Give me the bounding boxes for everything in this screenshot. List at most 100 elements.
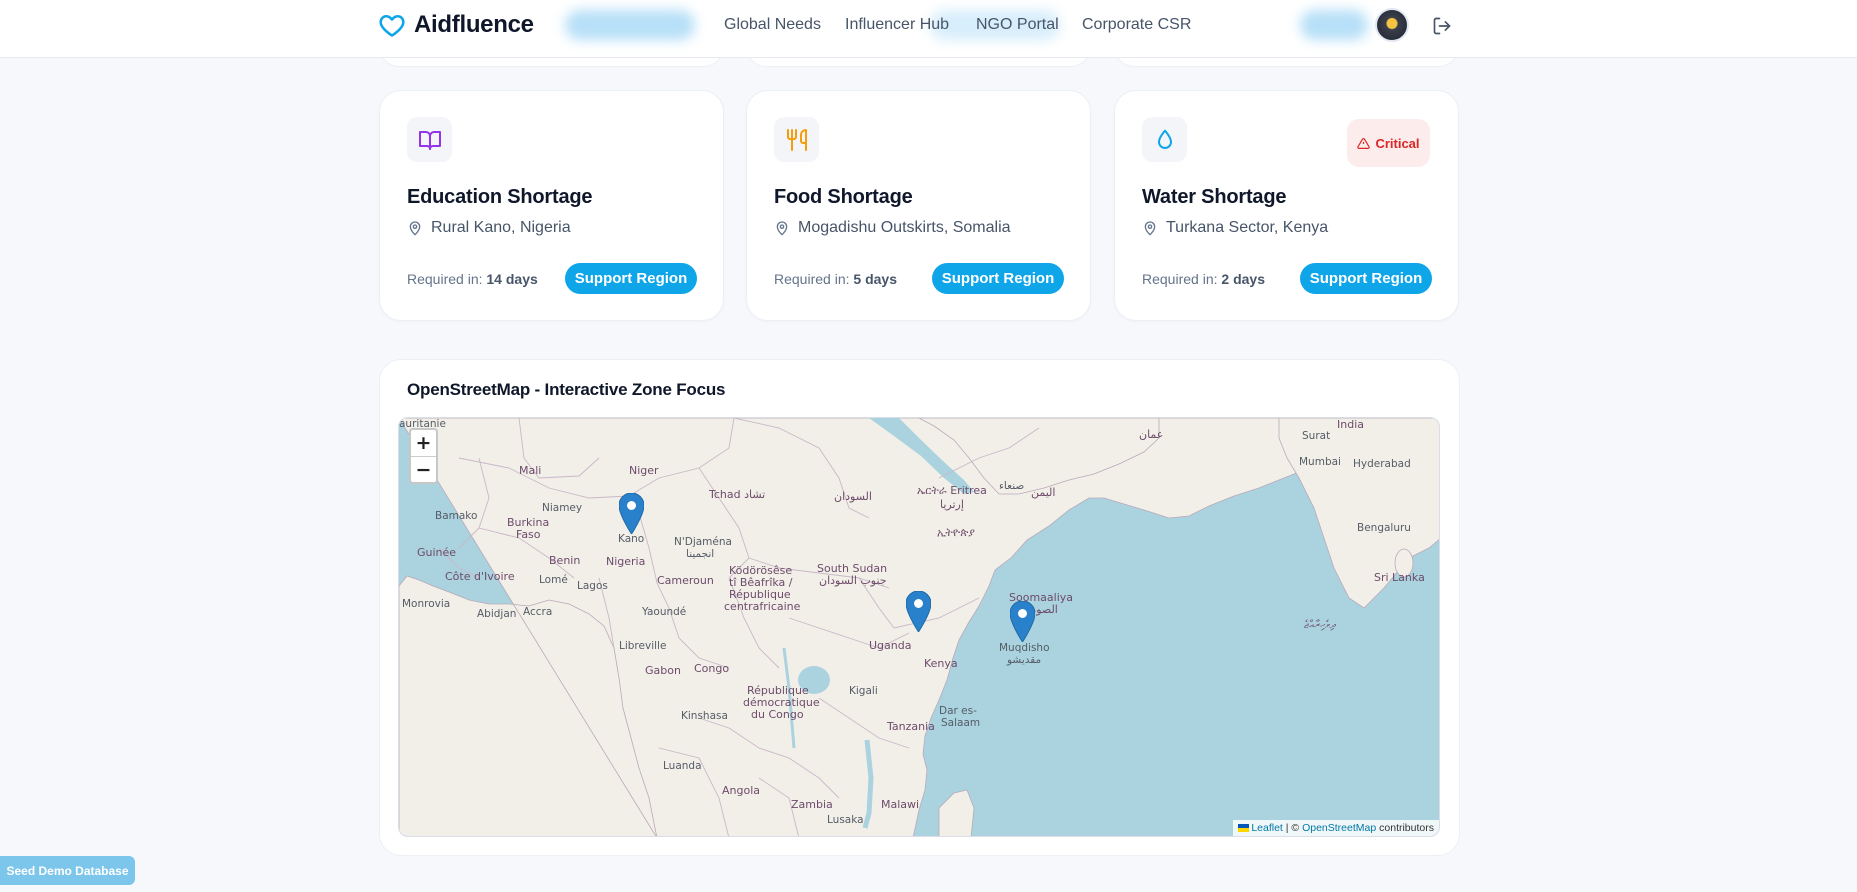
map-label: Lusaka	[827, 814, 864, 826]
map-label: Faso	[516, 528, 541, 541]
top-navbar: Aidfluence Global Needs Influencer Hub N…	[0, 0, 1857, 58]
map-label: Muqdisho	[999, 642, 1050, 654]
attribution-separator: | ©	[1282, 822, 1303, 834]
blurred-nav-element	[565, 10, 695, 40]
openstreetmap-link[interactable]: OpenStreetMap	[1302, 822, 1376, 834]
map-label: إرتريا	[940, 498, 964, 511]
map-label: Monrovia	[402, 598, 451, 610]
seed-demo-database-button[interactable]: Seed Demo Database	[0, 856, 135, 885]
map-label: Angola	[722, 784, 761, 797]
nav-link-corporate-csr[interactable]: Corporate CSR	[1082, 16, 1191, 34]
map-label: Bengaluru	[1357, 522, 1411, 534]
need-card-education: Education Shortage Rural Kano, Nigeria R…	[379, 90, 724, 321]
card-icon-wrapper	[407, 117, 452, 162]
map-label: du Congo	[751, 708, 804, 721]
map-label: Mali	[519, 464, 542, 477]
leaflet-link[interactable]: Leaflet	[1251, 822, 1283, 834]
map-label: Mumbai	[1299, 456, 1341, 468]
map-label: Accra	[523, 606, 553, 618]
map-label: Kenya	[924, 657, 958, 670]
droplet-icon	[1157, 129, 1172, 149]
map-label: Tanzania	[887, 720, 935, 733]
card-icon-wrapper	[1142, 117, 1187, 162]
required-days: 14 days	[486, 271, 538, 287]
map-label: Lagos	[577, 580, 608, 592]
alert-triangle-icon	[1357, 137, 1371, 149]
map-label: Cameroun	[657, 574, 714, 587]
map-label: India	[1337, 418, 1364, 431]
support-region-button[interactable]: Support Region	[932, 263, 1064, 294]
required-days: 5 days	[853, 271, 897, 287]
support-region-button[interactable]: Support Region	[1300, 263, 1432, 294]
zoom-out-button[interactable]: −	[411, 456, 436, 482]
map-label: centrafricaine	[724, 600, 801, 613]
required-days: 2 days	[1221, 271, 1265, 287]
map-label: Sri Lanka	[1374, 571, 1425, 584]
map-label: Zambia	[791, 798, 833, 811]
map-label: Kinshasa	[681, 710, 728, 722]
location-text: Mogadishu Outskirts, Somalia	[798, 219, 1011, 236]
utensils-icon	[786, 128, 807, 151]
map-label: Hyderabad	[1353, 458, 1411, 470]
card-location: Mogadishu Outskirts, Somalia	[774, 219, 1011, 237]
nav-link-global-needs[interactable]: Global Needs	[724, 16, 821, 34]
brand-logo[interactable]: Aidfluence	[378, 11, 534, 39]
map-label: Salaam	[941, 717, 981, 729]
map-pin-icon	[1144, 221, 1156, 236]
map-label: Niger	[629, 464, 659, 477]
card-title: Education Shortage	[407, 186, 593, 208]
need-card-food: Food Shortage Mogadishu Outskirts, Somal…	[746, 90, 1091, 321]
ukraine-flag-icon	[1238, 824, 1250, 832]
user-avatar[interactable]	[1375, 8, 1409, 42]
map-label: ኤርትራ Eritrea	[917, 484, 987, 497]
zoom-in-button[interactable]: +	[411, 430, 436, 456]
map-label: Yaoundé	[642, 606, 687, 618]
nav-link-influencer-hub[interactable]: Influencer Hub	[845, 16, 949, 34]
map-label: Dar es-	[939, 705, 977, 717]
heart-icon	[379, 14, 405, 37]
map-label: Malawi	[881, 798, 920, 811]
badge-label: Critical	[1375, 135, 1420, 151]
map-label: Luanda	[663, 760, 702, 772]
map-label: السودان	[834, 490, 872, 503]
map-marker-mogadishu[interactable]	[1010, 601, 1035, 642]
map-label: Congo	[694, 662, 730, 675]
need-card-water: Critical Water Shortage Turkana Sector, …	[1114, 90, 1459, 321]
interactive-map[interactable]: auritanie Mali Niger Tchad تشاد السودان …	[398, 417, 1440, 837]
support-region-button[interactable]: Support Region	[565, 263, 697, 294]
map-label: Lomé	[539, 574, 568, 586]
map-label: Benin	[549, 554, 581, 567]
book-icon	[418, 130, 441, 150]
map-label: ኢትዮጵያ	[937, 526, 975, 539]
map-label: N'Djaména	[674, 536, 732, 548]
map-label: Côte d'Ivoire	[445, 570, 515, 583]
map-label: Abidjan	[477, 608, 517, 620]
card-title: Food Shortage	[774, 186, 913, 208]
map-label: Gabon	[645, 664, 681, 677]
map-label: Tchad تشاد	[709, 488, 766, 501]
logout-icon[interactable]	[1432, 16, 1452, 36]
map-attribution: Leaflet | © OpenStreetMap contributors	[1233, 820, 1439, 836]
map-label: Kano	[618, 533, 645, 545]
map-label: Kigali	[849, 685, 878, 697]
card-icon-wrapper	[774, 117, 819, 162]
nav-link-ngo-portal[interactable]: NGO Portal	[976, 16, 1059, 34]
attribution-tail: contributors	[1376, 822, 1434, 834]
map-label: Libreville	[619, 640, 667, 652]
map-marker-turkana[interactable]	[906, 591, 931, 632]
map-label: Bamako	[435, 510, 478, 522]
map-label: Guinée	[417, 546, 457, 559]
map-label: Surat	[1302, 430, 1331, 442]
map-label: Uganda	[869, 639, 912, 652]
map-pin-icon	[409, 221, 421, 236]
map-marker-kano[interactable]	[619, 493, 644, 534]
brand-name: Aidfluence	[414, 11, 534, 38]
map-label: عمان	[1139, 428, 1164, 441]
critical-badge: Critical	[1347, 119, 1430, 167]
required-time: Required in: 5 days	[774, 271, 897, 287]
map-label: Niamey	[542, 502, 583, 514]
card-location: Rural Kano, Nigeria	[407, 219, 571, 237]
required-time: Required in: 14 days	[407, 271, 538, 287]
location-text: Turkana Sector, Kenya	[1166, 219, 1329, 236]
card-title: Water Shortage	[1142, 186, 1287, 208]
